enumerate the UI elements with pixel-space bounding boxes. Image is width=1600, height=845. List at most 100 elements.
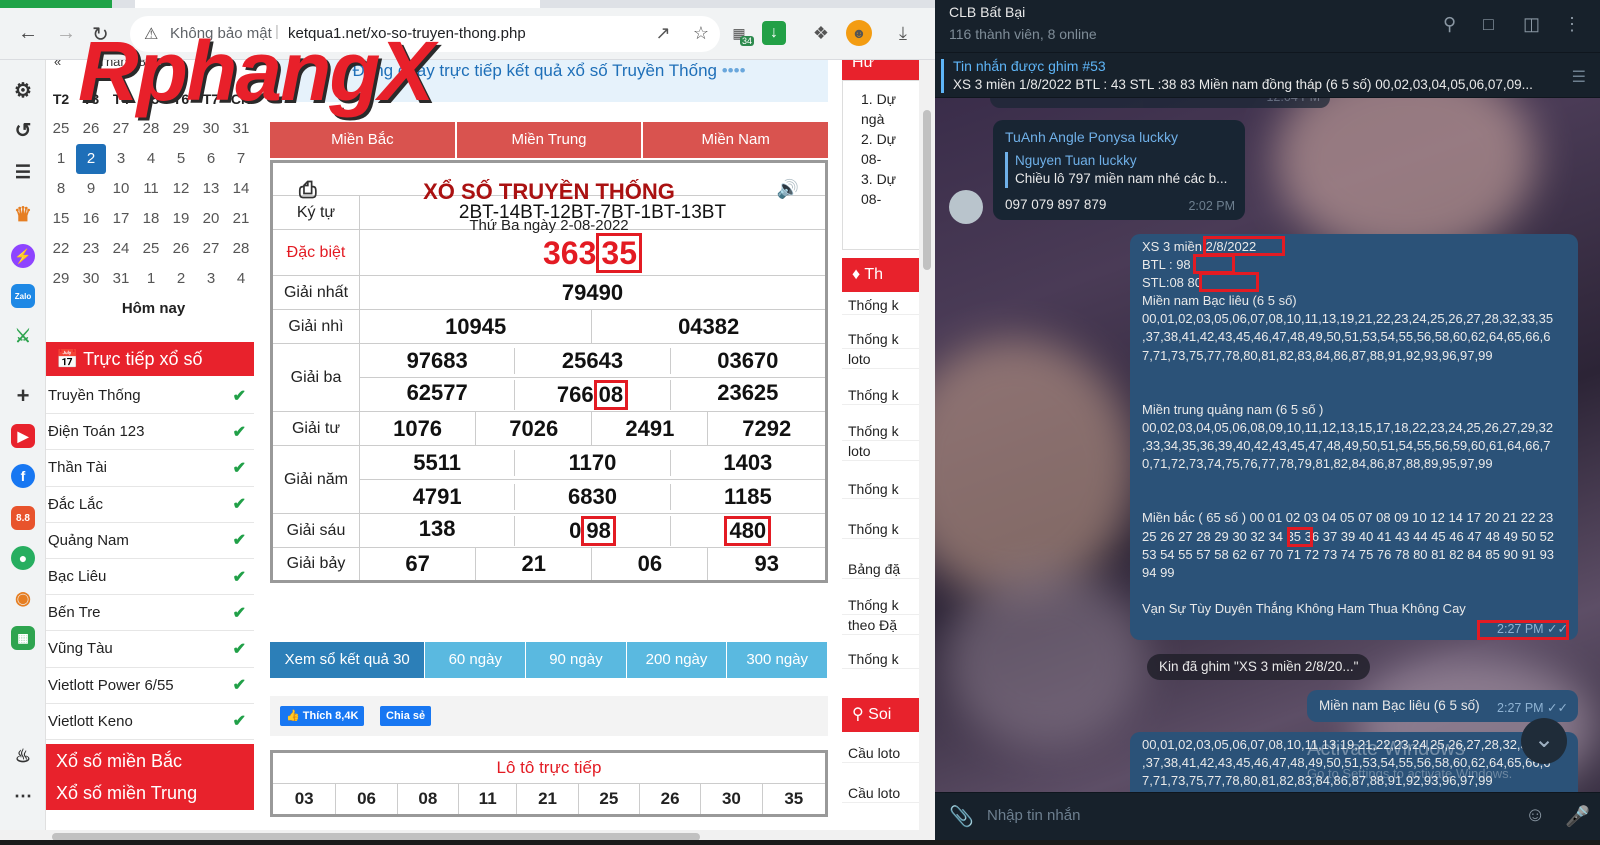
soi-link-2[interactable]: Cầu loto (842, 784, 919, 803)
maps-icon[interactable]: ● (11, 546, 35, 570)
search-icon[interactable]: ⚲ (1443, 14, 1456, 35)
today-button[interactable]: Hôm nay (46, 300, 261, 317)
like-button[interactable]: 👍 Thích 8,4K (280, 706, 365, 726)
stats-link[interactable]: theo Đặ (842, 616, 919, 635)
puzzle-icon[interactable]: ❖ (806, 18, 836, 48)
calendar-day[interactable]: 3 (106, 144, 136, 174)
calendar-day[interactable]: 30 (196, 114, 226, 144)
more-vertical-icon[interactable]: ⋮ (1563, 14, 1581, 35)
lottery-list-item[interactable]: Vũng Tàu ✔ (46, 631, 254, 668)
sheets-icon[interactable]: ▦ (11, 626, 35, 650)
message-tuanh[interactable]: TuAnh Angle Ponysa luckky Nguyen Tuan lu… (993, 120, 1245, 220)
lottery-list-item[interactable]: Vietlott Power 6/55 ✔ (46, 668, 254, 704)
sender-avatar[interactable] (949, 190, 983, 224)
forward-icon[interactable]: → (56, 22, 76, 45)
calendar-day[interactable]: 13 (196, 174, 226, 204)
microphone-icon[interactable]: 🎤 (1565, 804, 1590, 829)
tab-active[interactable] (135, 0, 540, 8)
lottery-list-item[interactable]: Vietlott Keno ✔ (46, 704, 254, 740)
calendar-day[interactable]: 31 (226, 114, 256, 144)
calendar-day[interactable]: 4 (136, 144, 166, 174)
profile-avatar-icon[interactable]: ☻ (846, 20, 872, 46)
extension-icon[interactable]: ▦ 34 (724, 18, 754, 48)
calendar-day[interactable]: 26 (76, 114, 106, 144)
tab-mien-trung[interactable]: Miền Trung (456, 122, 644, 158)
youtube-icon[interactable]: ▶ (11, 424, 35, 448)
shopee-icon[interactable]: 8.8 (11, 506, 35, 530)
calendar-day[interactable]: 14 (226, 174, 256, 204)
add-icon[interactable]: + (11, 383, 35, 408)
sidebar-toggle-icon[interactable]: ◫ (1523, 14, 1540, 35)
calendar-day[interactable]: 19 (166, 204, 196, 234)
stats-link[interactable]: Thống k (842, 650, 919, 669)
emoji-icon[interactable]: ☺ (1525, 804, 1545, 827)
calendar-day[interactable]: 29 (46, 264, 76, 294)
calendar-day[interactable]: 23 (76, 234, 106, 264)
pin-list-icon[interactable]: ☰ (1572, 67, 1586, 87)
lottery-list-item[interactable]: Đắc Lắc ✔ (46, 487, 254, 523)
crown-icon[interactable]: ♛ (11, 202, 35, 226)
prediction-link[interactable]: 1. Dự (861, 89, 896, 109)
gamepad-icon[interactable]: ⚔ (11, 324, 35, 348)
stats-link[interactable]: loto (842, 442, 919, 461)
calendar-day[interactable]: 8 (46, 174, 76, 204)
messenger-icon[interactable]: ⚡ (11, 244, 35, 268)
lottery-list-item[interactable]: Truyền Thống ✔ (46, 378, 254, 415)
calendar-day[interactable]: 25 (46, 114, 76, 144)
calendar-day[interactable]: 3 (196, 264, 226, 294)
calendar-day[interactable]: 12 (166, 174, 196, 204)
stats-link[interactable]: Thống k (842, 386, 919, 405)
more-icon[interactable]: ⋯ (11, 784, 35, 808)
gear-icon[interactable]: ⚙ (11, 78, 35, 102)
calendar-day[interactable]: 28 (136, 114, 166, 144)
share-button[interactable]: Chia sẻ (380, 706, 432, 726)
stats-link[interactable]: Bảng đặ (842, 560, 919, 579)
calendar-day[interactable]: 21 (226, 204, 256, 234)
zalo-icon[interactable]: Zalo (11, 284, 35, 308)
range-30-days[interactable]: Xem sổ kết quả 30 ngày (270, 642, 426, 704)
prediction-link[interactable]: 08- (861, 189, 896, 209)
sidebar-bottom-central[interactable]: Xổ số miền Trung (46, 776, 254, 810)
lottery-list-item[interactable]: Bạc Liêu ✔ (46, 559, 254, 596)
calendar-day[interactable]: 7 (226, 144, 256, 174)
prediction-link[interactable]: ngà (861, 109, 896, 129)
share-icon[interactable]: ↗ (648, 18, 678, 48)
stats-link[interactable]: Thống k (842, 296, 919, 315)
range-300-days[interactable]: 300 ngày (727, 642, 828, 678)
bell-icon[interactable]: ♨ (11, 744, 35, 768)
calendar-day[interactable]: 31 (106, 264, 136, 294)
prediction-link[interactable]: 08- (861, 149, 896, 169)
stats-link[interactable]: Thống k (842, 480, 919, 499)
download-ext-icon[interactable]: ↓ (762, 21, 786, 45)
range-200-days[interactable]: 200 ngày (626, 642, 728, 678)
vertical-scrollbar[interactable] (919, 60, 935, 830)
calendar-day[interactable]: 9 (76, 174, 106, 204)
list-icon[interactable]: ☰ (11, 160, 35, 184)
calendar-prev-button[interactable]: « (54, 60, 61, 69)
calendar-day[interactable]: 17 (106, 204, 136, 234)
soi-link-1[interactable]: Cầu loto (842, 744, 919, 763)
calendar-day[interactable]: 16 (76, 204, 106, 234)
calendar-day[interactable]: 1 (136, 264, 166, 294)
calendar-day[interactable]: 26 (166, 234, 196, 264)
prediction-link[interactable]: 3. Dự (861, 169, 896, 189)
pinned-message-bar[interactable]: Tin nhắn được ghim #53 XS 3 miền 1/8/202… (935, 52, 1600, 98)
stats-link[interactable]: Thống k (842, 520, 919, 539)
range-90-days[interactable]: 90 ngày (526, 642, 627, 678)
calendar-day[interactable]: 18 (136, 204, 166, 234)
calendar-day[interactable]: 4 (226, 264, 256, 294)
calendar-day[interactable]: 30 (76, 264, 106, 294)
calendar-day[interactable]: 25 (136, 234, 166, 264)
calendar-day[interactable]: 6 (196, 144, 226, 174)
calendar-day[interactable]: 27 (196, 234, 226, 264)
lottery-list-item[interactable]: Điện Toán 123 ✔ (46, 414, 254, 451)
calendar-day[interactable]: 28 (226, 234, 256, 264)
back-icon[interactable]: ← (18, 22, 38, 45)
downloads-icon[interactable]: ⤓ (888, 18, 918, 48)
stats-link[interactable]: Thống k (842, 596, 919, 615)
prediction-link[interactable]: 2. Dự (861, 129, 896, 149)
message-bac-lieu[interactable]: Miền nam Bạc liêu (6 5 số) 2:27 PM ✓✓ (1307, 690, 1578, 722)
attach-icon[interactable]: 📎 (949, 804, 974, 829)
message-xs-3-mien[interactable]: XS 3 miền 2/8/2022 BTL : 98 STL:08 80 Miền … (1130, 234, 1578, 640)
range-60-days[interactable]: 60 ngày (425, 642, 527, 678)
